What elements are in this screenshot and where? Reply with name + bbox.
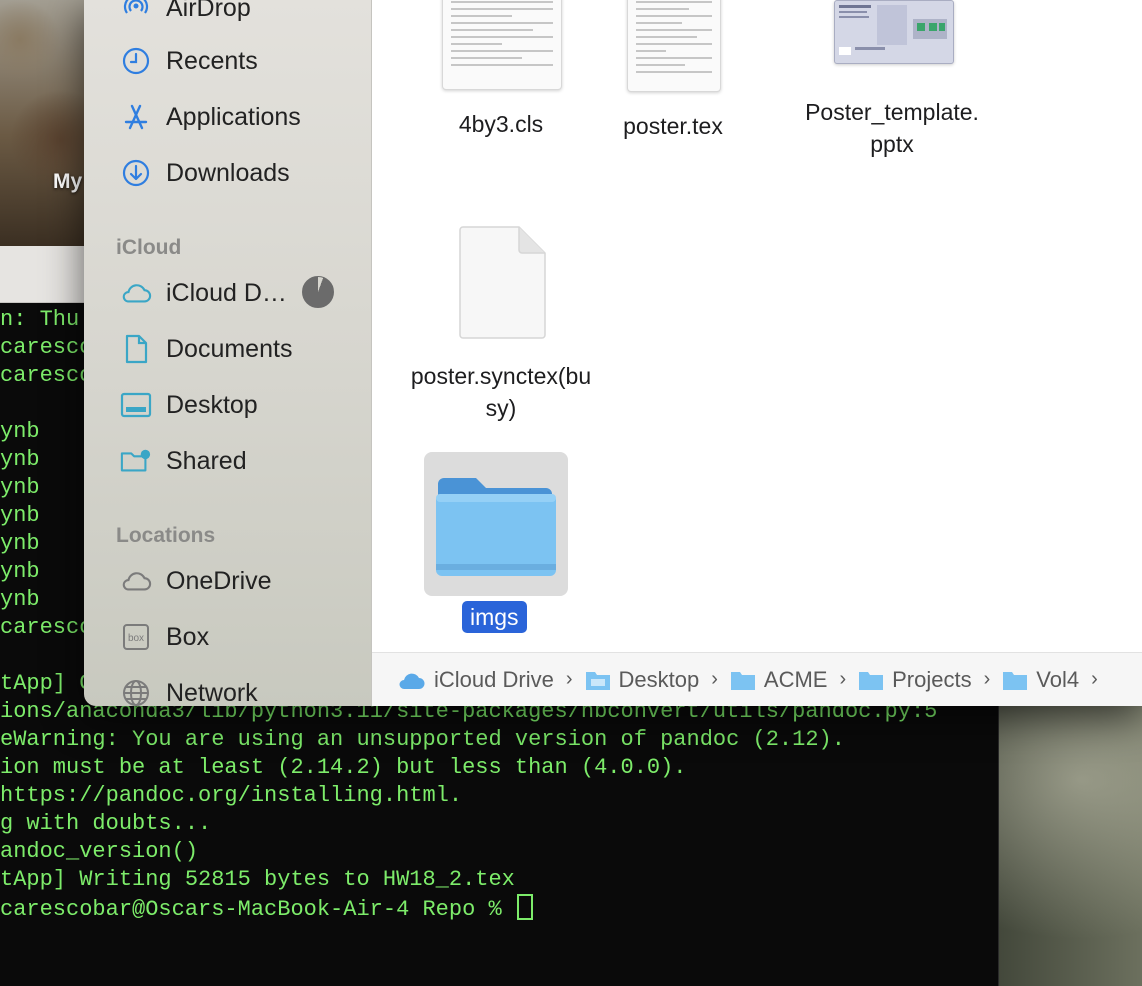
sidebar-item-label: Downloads [166, 158, 290, 187]
sidebar-item-label: Desktop [166, 390, 258, 419]
terminal-line: n: Thu [0, 307, 80, 332]
terminal-line: g with doubts... [0, 811, 212, 836]
sidebar-item-applications[interactable]: Applications [120, 97, 301, 137]
finder-sidebar: AirDrop Recents Applications Downloads i… [84, 0, 372, 706]
chevron-right-icon: › [711, 668, 718, 690]
finder-window[interactable]: AirDrop Recents Applications Downloads i… [84, 0, 1142, 706]
document-thumbnail-icon [442, 0, 562, 90]
sidebar-item-icloud-drive[interactable]: iCloud D… [120, 273, 287, 313]
file-name: poster.tex [623, 113, 723, 139]
desktop-icon [120, 389, 152, 421]
chevron-right-icon: › [565, 668, 573, 690]
terminal-line: ynb [0, 587, 40, 612]
terminal-line: ynb [0, 475, 40, 500]
terminal-line: caresco [0, 615, 93, 640]
document-thumbnail-icon [627, 0, 721, 92]
sidebar-item-label: OneDrive [166, 566, 272, 595]
file-name: Poster_template. pptx [782, 96, 1002, 160]
file-name: 4by3.cls [458, 111, 544, 137]
folder-icon [858, 669, 884, 691]
sidebar-item-desktop[interactable]: Desktop [120, 385, 258, 425]
svg-text:box: box [128, 633, 144, 644]
cloud-outline-icon [120, 565, 152, 597]
folder-icon [730, 669, 756, 691]
sidebar-item-shared[interactable]: Shared [120, 441, 247, 481]
terminal-line: ynb [0, 503, 40, 528]
file-name-line: Poster_template. [805, 99, 979, 125]
sidebar-item-label: Applications [166, 102, 301, 131]
sidebar-item-airdrop[interactable]: AirDrop [120, 0, 251, 28]
chevron-right-icon: › [839, 668, 847, 690]
file-name-line: poster.synctex(bu [410, 363, 592, 389]
chevron-right-icon: › [983, 668, 991, 690]
shared-folder-icon [120, 445, 152, 477]
sidebar-item-label: AirDrop [166, 0, 251, 22]
terminal-line: https://pandoc.org/installing.html. [0, 783, 463, 808]
terminal-line: eWarning: You are using an unsupported v… [0, 727, 845, 752]
sidebar-item-label: Box [166, 622, 210, 651]
path-crumb-desktop[interactable]: Desktop [585, 666, 700, 693]
terminal-line: tApp] C [0, 671, 93, 696]
folder-icon [434, 472, 558, 580]
path-crumb-acme[interactable]: ACME [730, 666, 828, 693]
terminal-cursor [516, 894, 533, 920]
sidebar-item-documents[interactable]: Documents [120, 329, 292, 369]
clock-icon [120, 45, 152, 77]
crumb-label: Projects [892, 666, 972, 692]
download-icon [120, 157, 152, 189]
sidebar-item-label: iCloud D… [166, 278, 287, 307]
terminal-prompt-line[interactable]: carescobar@Oscars-MacBook-Air-4 Repo % [0, 894, 533, 924]
crumb-label: iCloud Drive [434, 666, 554, 692]
sidebar-section-header: iCloud [116, 236, 182, 259]
path-crumb-icloud-drive[interactable]: iCloud Drive [396, 667, 554, 693]
terminal-line: tApp] Writing 52815 bytes to HW18_2.tex [0, 867, 515, 892]
file-name: poster.synctex(bu sy) [388, 360, 614, 424]
terminal-line: caresco [0, 335, 93, 360]
crumb-label: ACME [763, 666, 828, 692]
desktop-folder-label[interactable]: My [53, 170, 82, 194]
sync-progress-icon [302, 276, 334, 308]
file-name-line: pptx [870, 131, 914, 157]
folder-icon [1002, 669, 1028, 691]
pptx-thumbnail-icon [834, 0, 954, 64]
applications-icon [120, 101, 152, 133]
sidebar-item-box[interactable]: box Box [120, 617, 209, 657]
path-bar: iCloud Drive › Desktop › ACME › Projects… [372, 652, 1142, 706]
crumb-label: Desktop [618, 666, 700, 692]
sidebar-item-label: Recents [166, 46, 258, 75]
sidebar-section-header: Locations [116, 524, 216, 547]
terminal-line: ynb [0, 419, 40, 444]
terminal-line: andoc_version() [0, 839, 199, 864]
path-crumb-vol4[interactable]: Vol4 [1002, 667, 1079, 693]
blank-document-icon [458, 226, 546, 340]
sidebar-item-label: Shared [166, 446, 247, 475]
globe-icon [120, 677, 152, 706]
sidebar-item-onedrive[interactable]: OneDrive [120, 561, 272, 601]
file-name-line: sy) [485, 395, 517, 421]
cloud-icon [120, 277, 152, 309]
sidebar-item-network[interactable]: Network [120, 673, 258, 706]
sidebar-item-recents[interactable]: Recents [120, 41, 258, 81]
file-name: imgs [462, 601, 527, 633]
cloud-icon [396, 669, 426, 691]
document-icon [120, 333, 152, 365]
terminal-line: ynb [0, 531, 40, 556]
box-icon: box [120, 621, 152, 653]
sidebar-item-label: Documents [166, 334, 293, 363]
terminal-line: caresco [0, 363, 93, 388]
sidebar-item-downloads[interactable]: Downloads [120, 153, 290, 193]
crumb-label: Vol4 [1036, 666, 1080, 692]
desktop-folder-icon [585, 669, 611, 691]
airdrop-icon [120, 0, 152, 24]
terminal-line: ynb [0, 559, 40, 584]
chevron-right-icon: › [1091, 668, 1098, 690]
terminal-prompt: carescobar@Oscars-MacBook-Air-4 Repo % [0, 897, 515, 922]
sidebar-item-label: Network [166, 678, 258, 707]
path-crumb-projects[interactable]: Projects [858, 666, 972, 693]
finder-content[interactable]: 4by3.cls poster.tex Poster_template. ppt… [372, 0, 1142, 706]
terminal-line: ion must be at least (2.14.2) but less t… [0, 755, 687, 780]
terminal-line: ynb [0, 447, 40, 472]
